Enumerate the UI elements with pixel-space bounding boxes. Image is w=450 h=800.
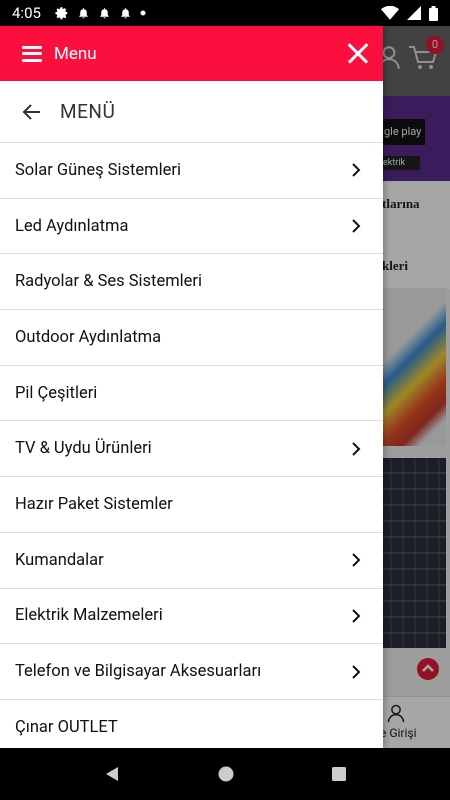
bell-icon (79, 8, 88, 19)
menu-item[interactable]: Kumandalar (0, 533, 383, 589)
wifi-icon (381, 6, 399, 20)
menu-item[interactable]: Çınar OUTLET (0, 700, 383, 748)
recents-icon[interactable] (331, 766, 347, 782)
menu-item[interactable]: TV & Uydu Ürünleri (0, 421, 383, 478)
settings-icon (55, 7, 68, 20)
chevron-right-icon[interactable] (351, 162, 361, 178)
menu-item-label: Solar Güneş Sistemleri (15, 160, 181, 180)
menu-item-label: TV & Uydu Ürünleri (15, 439, 152, 459)
home-icon[interactable] (217, 765, 235, 783)
menu-item-label: Pil Çeşitleri (15, 383, 98, 403)
menu-item[interactable]: Pil Çeşitleri (0, 366, 383, 422)
drawer-subheader: MENÜ (0, 81, 383, 143)
menu-item-label: Hazır Paket Sistemler (15, 494, 173, 514)
drawer-header: Menu (0, 26, 383, 81)
system-nav-bar (0, 748, 450, 800)
close-button[interactable] (327, 26, 383, 81)
menu-item-label: Elektrik Malzemeleri (15, 606, 163, 626)
dot-icon (140, 10, 146, 16)
menu-item-label: Led Aydınlatma (15, 216, 129, 236)
back-arrow-icon[interactable] (20, 100, 44, 124)
menu-item[interactable]: Hazır Paket Sistemler (0, 477, 383, 533)
chevron-right-icon[interactable] (351, 218, 361, 234)
category-list: Solar Güneş Sistemleri Led Aydınlatma Rady… (0, 143, 383, 748)
menu-item[interactable]: Telefon ve Bilgisayar Aksesuarları (0, 644, 383, 700)
status-time: 4:05 (12, 4, 41, 22)
chevron-right-icon[interactable] (351, 441, 361, 457)
menu-item-label: Çınar OUTLET (15, 717, 118, 737)
bell-icon (121, 8, 130, 19)
system-icons (381, 5, 438, 21)
menu-item[interactable]: Led Aydınlatma (0, 199, 383, 255)
menu-item[interactable]: Elektrik Malzemeleri (0, 589, 383, 645)
status-bar: 4:05 (0, 0, 450, 26)
menu-item[interactable]: Radyolar & Ses Sistemleri (0, 254, 383, 311)
notification-icons (55, 6, 146, 20)
menu-item-label: Kumandalar (15, 550, 104, 570)
back-icon[interactable] (103, 765, 121, 783)
chevron-right-icon[interactable] (351, 608, 361, 624)
chevron-right-icon[interactable] (351, 552, 361, 568)
drawer-title: Menu (54, 43, 97, 64)
bell-icon (100, 8, 109, 19)
hamburger-icon[interactable] (22, 45, 42, 62)
navigation-drawer: Menu MENÜ Solar Güneş Sistemleri Led Aydı… (0, 26, 383, 748)
battery-icon (429, 5, 438, 21)
chevron-right-icon[interactable] (351, 664, 361, 680)
signal-icon (407, 6, 421, 20)
menu-item-label: Telefon ve Bilgisayar Aksesuarları (15, 662, 262, 682)
subheader-label: MENÜ (60, 100, 116, 123)
menu-item[interactable]: Solar Güneş Sistemleri (0, 143, 383, 199)
menu-item-label: Outdoor Aydınlatma (15, 327, 162, 347)
menu-item[interactable]: Outdoor Aydınlatma (0, 310, 383, 366)
menu-item-label: Radyolar & Ses Sistemleri (15, 272, 203, 292)
